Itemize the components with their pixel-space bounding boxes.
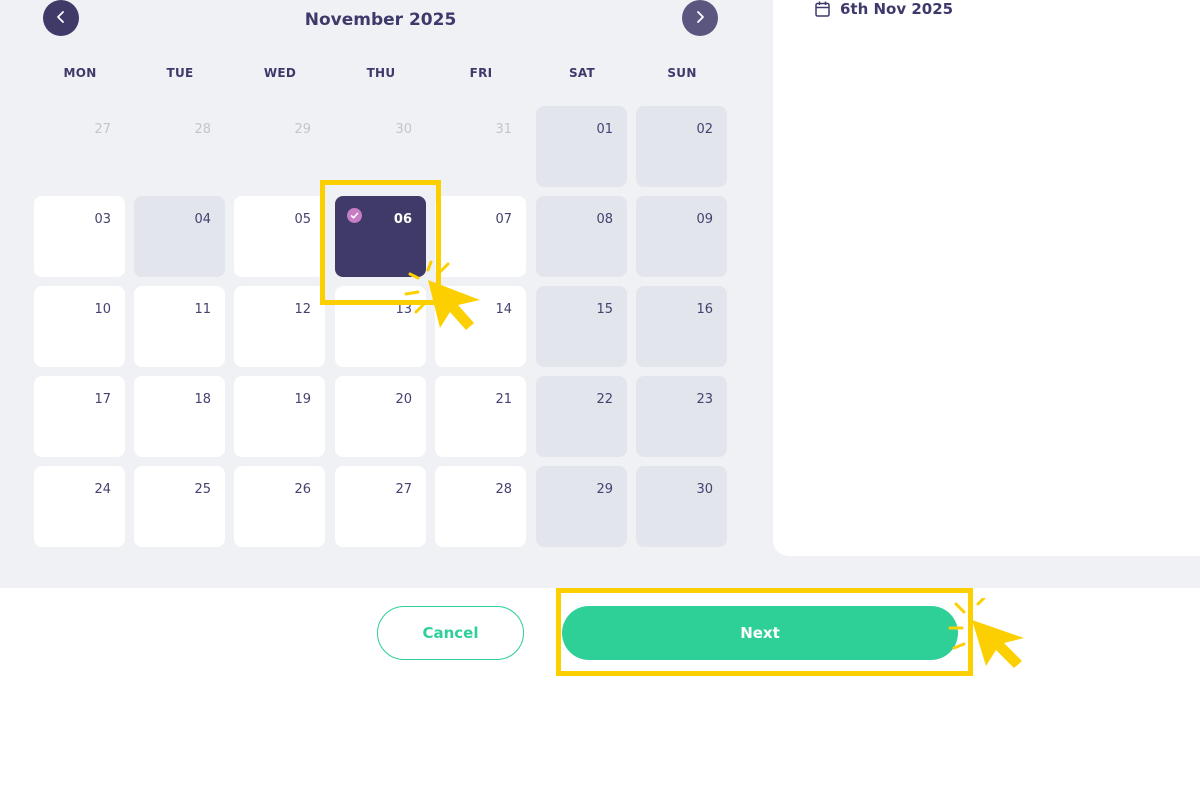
calendar-day-outside: 29 — [234, 106, 325, 187]
day-number: 21 — [495, 392, 512, 407]
calendar-day-outside: 28 — [134, 106, 225, 187]
calendar-day-unavailable: 09 — [636, 196, 727, 277]
calendar-day-outside: 30 — [335, 106, 426, 187]
calendar-day-unavailable: 02 — [636, 106, 727, 187]
day-number: 09 — [696, 212, 713, 227]
day-number: 15 — [596, 302, 613, 317]
calendar-day-available[interactable]: 18 — [134, 376, 225, 457]
day-number: 11 — [194, 302, 211, 317]
calendar-day-available[interactable]: 21 — [435, 376, 526, 457]
weekday-label: TUE — [166, 66, 194, 80]
calendar-day-available[interactable]: 10 — [34, 286, 125, 367]
calendar-day-unavailable: 29 — [536, 466, 627, 547]
calendar-day-unavailable: 22 — [536, 376, 627, 457]
weekday-label: SAT — [568, 66, 596, 80]
day-number: 27 — [94, 122, 111, 137]
day-number: 18 — [194, 392, 211, 407]
calendar-day-unavailable: 23 — [636, 376, 727, 457]
day-number: 23 — [696, 392, 713, 407]
calendar-day-unavailable: 16 — [636, 286, 727, 367]
weekday-label: WED — [263, 66, 297, 80]
calendar-day-available[interactable]: 25 — [134, 466, 225, 547]
day-number: 13 — [395, 302, 412, 317]
calendar-day-available[interactable]: 20 — [335, 376, 426, 457]
summary-date: 6th Nov 2025 — [815, 0, 953, 18]
day-number: 07 — [495, 212, 512, 227]
day-number: 04 — [194, 212, 211, 227]
day-number: 28 — [495, 482, 512, 497]
calendar-day-outside: 31 — [435, 106, 526, 187]
month-title: November 2025 — [304, 10, 457, 30]
day-number: 02 — [696, 122, 713, 137]
day-number: 29 — [596, 482, 613, 497]
calendar-day-available[interactable]: 13 — [335, 286, 426, 367]
calendar-day-available[interactable]: 27 — [335, 466, 426, 547]
check-circle-icon — [347, 208, 362, 223]
day-number: 06 — [393, 212, 412, 227]
day-number: 24 — [94, 482, 111, 497]
day-number: 03 — [94, 212, 111, 227]
day-number: 16 — [696, 302, 713, 317]
summary-date-text: 6th Nov 2025 — [840, 0, 954, 18]
day-number: 30 — [395, 122, 412, 137]
calendar-day-available[interactable]: 26 — [234, 466, 325, 547]
day-number: 22 — [596, 392, 613, 407]
day-number: 14 — [495, 302, 512, 317]
day-number: 28 — [194, 122, 211, 137]
day-number: 20 — [395, 392, 412, 407]
calendar-day-available[interactable]: 11 — [134, 286, 225, 367]
day-number: 17 — [94, 392, 111, 407]
calendar-day-available[interactable]: 17 — [34, 376, 125, 457]
day-number: 19 — [294, 392, 311, 407]
calendar-day-available[interactable]: 28 — [435, 466, 526, 547]
weekday-label: FRI — [469, 66, 493, 80]
calendar-day-available[interactable]: 05 — [234, 196, 325, 277]
chevron-right-icon — [694, 9, 706, 28]
calendar-day-available[interactable]: 19 — [234, 376, 325, 457]
day-number: 27 — [395, 482, 412, 497]
weekday-label: SUN — [667, 66, 697, 80]
calendar-day-unavailable: 15 — [536, 286, 627, 367]
calendar-day-available[interactable]: 07 — [435, 196, 526, 277]
day-number: 12 — [294, 302, 311, 317]
cancel-button[interactable]: Cancel — [377, 606, 524, 660]
day-number: 10 — [94, 302, 111, 317]
calendar-icon — [815, 1, 830, 17]
calendar-day-available[interactable]: 24 — [34, 466, 125, 547]
calendar-day-selected[interactable]: 06 — [335, 196, 426, 277]
next-month-button[interactable] — [682, 0, 718, 36]
calendar-day-available[interactable]: 14 — [435, 286, 526, 367]
calendar-day-unavailable: 01 — [536, 106, 627, 187]
calendar-day-unavailable: 30 — [636, 466, 727, 547]
calendar-day-unavailable: 08 — [536, 196, 627, 277]
calendar-day-available[interactable]: 03 — [34, 196, 125, 277]
calendar-day-outside: 27 — [34, 106, 125, 187]
day-number: 01 — [596, 122, 613, 137]
booking-summary-card: 6th Nov 2025 — [773, 0, 1200, 556]
next-button[interactable]: Next — [562, 606, 958, 660]
day-number: 30 — [696, 482, 713, 497]
calendar-day-available[interactable]: 12 — [234, 286, 325, 367]
weekday-label: THU — [366, 66, 396, 80]
day-number: 25 — [194, 482, 211, 497]
day-number: 31 — [495, 122, 512, 137]
day-number: 08 — [596, 212, 613, 227]
day-number: 29 — [294, 122, 311, 137]
calendar-day-unavailable: 04 — [134, 196, 225, 277]
day-number: 26 — [294, 482, 311, 497]
weekday-label: MON — [63, 66, 97, 80]
day-number: 05 — [294, 212, 311, 227]
